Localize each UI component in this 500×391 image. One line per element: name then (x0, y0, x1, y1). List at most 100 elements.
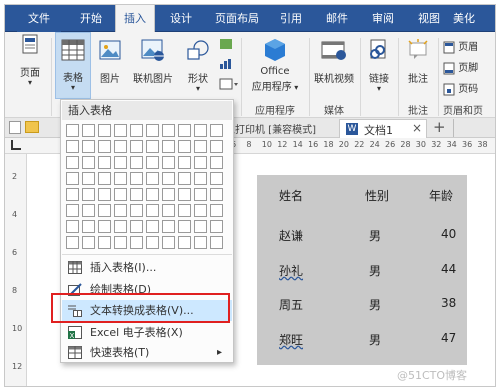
table-grid-cell[interactable] (98, 220, 111, 233)
tab-file[interactable]: 文件 (17, 5, 61, 32)
comment-button[interactable]: 批注 (401, 34, 435, 85)
folder-icon[interactable] (25, 121, 39, 133)
table-grid-cell[interactable] (114, 140, 127, 153)
table-grid-cell[interactable] (162, 140, 175, 153)
table-grid-cell[interactable] (210, 204, 223, 217)
table-grid-cell[interactable] (162, 156, 175, 169)
chart-icon[interactable] (219, 58, 233, 73)
tab-references[interactable]: 引用 (271, 5, 311, 32)
table-grid-cell[interactable] (210, 140, 223, 153)
table-grid-cell[interactable] (194, 188, 207, 201)
table-grid-cell[interactable] (210, 172, 223, 185)
table-grid-cell[interactable] (114, 188, 127, 201)
table-grid-cell[interactable] (98, 156, 111, 169)
table-grid-cell[interactable] (210, 236, 223, 249)
table-grid-cell[interactable] (146, 172, 159, 185)
table-grid-cell[interactable] (210, 124, 223, 137)
pages-button[interactable]: 页面 ▾ (13, 34, 47, 94)
table-grid-cell[interactable] (114, 236, 127, 249)
table-grid-cell[interactable] (194, 204, 207, 217)
table-grid-cell[interactable] (194, 124, 207, 137)
tab-review[interactable]: 审阅 (363, 5, 403, 32)
table-button[interactable]: 表格 ▾ (55, 32, 91, 99)
tab-view[interactable]: 视图 (409, 5, 449, 32)
picture-button[interactable]: 图片 (95, 34, 125, 85)
table-grid-cell[interactable] (82, 124, 95, 137)
table-grid-cell[interactable] (178, 156, 191, 169)
table-grid-cell[interactable] (82, 236, 95, 249)
table-grid-cell[interactable] (82, 220, 95, 233)
table-grid-cell[interactable] (98, 124, 111, 137)
table-grid-cell[interactable] (98, 236, 111, 249)
table-grid-cell[interactable] (146, 124, 159, 137)
tab-stop-selector-icon[interactable] (11, 140, 21, 150)
table-grid-cell[interactable] (98, 204, 111, 217)
table-grid-cell[interactable] (178, 188, 191, 201)
table-grid-cell[interactable] (146, 156, 159, 169)
table-grid-cell[interactable] (66, 188, 79, 201)
menu-item-quick-tables[interactable]: 快速表格(T) ▸ (62, 342, 232, 363)
table-grid-cell[interactable] (178, 236, 191, 249)
page-number-button[interactable]: 页码 (443, 80, 478, 96)
table-grid-cell[interactable] (162, 236, 175, 249)
table-grid-cell[interactable] (66, 140, 79, 153)
table-grid-cell[interactable] (114, 172, 127, 185)
footer-button[interactable]: 页脚 (443, 59, 478, 75)
office-apps-button[interactable]: Office 应用程序 ▾ (245, 34, 305, 93)
table-grid-cell[interactable] (210, 220, 223, 233)
table-grid-cell[interactable] (82, 156, 95, 169)
table-grid-cell[interactable] (82, 188, 95, 201)
table-grid-cell[interactable] (162, 172, 175, 185)
menu-item-insert-table[interactable]: 插入表格(I)... (62, 257, 232, 278)
table-grid-cell[interactable] (146, 236, 159, 249)
tab-insert[interactable]: 插入 (115, 5, 155, 33)
tab-home[interactable]: 开始 (71, 5, 111, 32)
table-grid-cell[interactable] (194, 220, 207, 233)
table-grid-cell[interactable] (130, 172, 143, 185)
table-grid-cell[interactable] (162, 188, 175, 201)
table-grid-cell[interactable] (194, 172, 207, 185)
table-grid-cell[interactable] (82, 140, 95, 153)
converted-table[interactable]: 姓名 性别 年龄 赵谦 男 40 孙礼 男 44 周五 男 38 郑旺 男 47 (257, 175, 467, 365)
table-grid-cell[interactable] (130, 124, 143, 137)
shapes-button[interactable]: 形状 ▾ (181, 34, 215, 93)
table-grid-cell[interactable] (98, 172, 111, 185)
online-picture-button[interactable]: 联机图片 (129, 34, 177, 85)
online-video-button[interactable]: 联机视频 (311, 34, 357, 85)
table-grid-cell[interactable] (114, 220, 127, 233)
table-grid-cell[interactable] (178, 220, 191, 233)
smartart-icon[interactable] (219, 38, 233, 53)
table-grid-cell[interactable] (146, 188, 159, 201)
tab-beautify[interactable]: 美化 (453, 5, 495, 32)
table-grid-cell[interactable] (114, 124, 127, 137)
table-grid-cell[interactable] (98, 188, 111, 201)
table-grid-cell[interactable] (194, 156, 207, 169)
link-button[interactable]: 链接 ▾ (363, 34, 395, 93)
table-grid-cell[interactable] (66, 156, 79, 169)
table-grid-cell[interactable] (178, 140, 191, 153)
table-grid-cell[interactable] (146, 140, 159, 153)
table-grid-cell[interactable] (130, 236, 143, 249)
tab-design[interactable]: 设计 (161, 5, 201, 32)
table-grid-cell[interactable] (114, 204, 127, 217)
table-grid-cell[interactable] (178, 172, 191, 185)
table-grid-cell[interactable] (130, 188, 143, 201)
table-grid-cell[interactable] (66, 204, 79, 217)
table-grid-cell[interactable] (162, 204, 175, 217)
table-grid-cell[interactable] (146, 220, 159, 233)
table-grid-cell[interactable] (66, 220, 79, 233)
table-grid-cell[interactable] (130, 220, 143, 233)
table-grid-cell[interactable] (210, 156, 223, 169)
table-grid-cell[interactable] (194, 236, 207, 249)
document-tab[interactable]: W 文档1 × (339, 119, 427, 138)
table-grid-cell[interactable] (66, 172, 79, 185)
table-grid-cell[interactable] (178, 124, 191, 137)
tab-mailings[interactable]: 邮件 (317, 5, 357, 32)
printer-mode-tab[interactable]: 以打印机 [兼容模式] (225, 121, 316, 136)
close-icon[interactable]: × (412, 121, 422, 135)
new-tab-plus-icon[interactable]: + (433, 118, 446, 136)
table-grid-cell[interactable] (66, 124, 79, 137)
table-grid-cell[interactable] (210, 188, 223, 201)
table-grid-cell[interactable] (194, 140, 207, 153)
table-grid-cell[interactable] (146, 204, 159, 217)
